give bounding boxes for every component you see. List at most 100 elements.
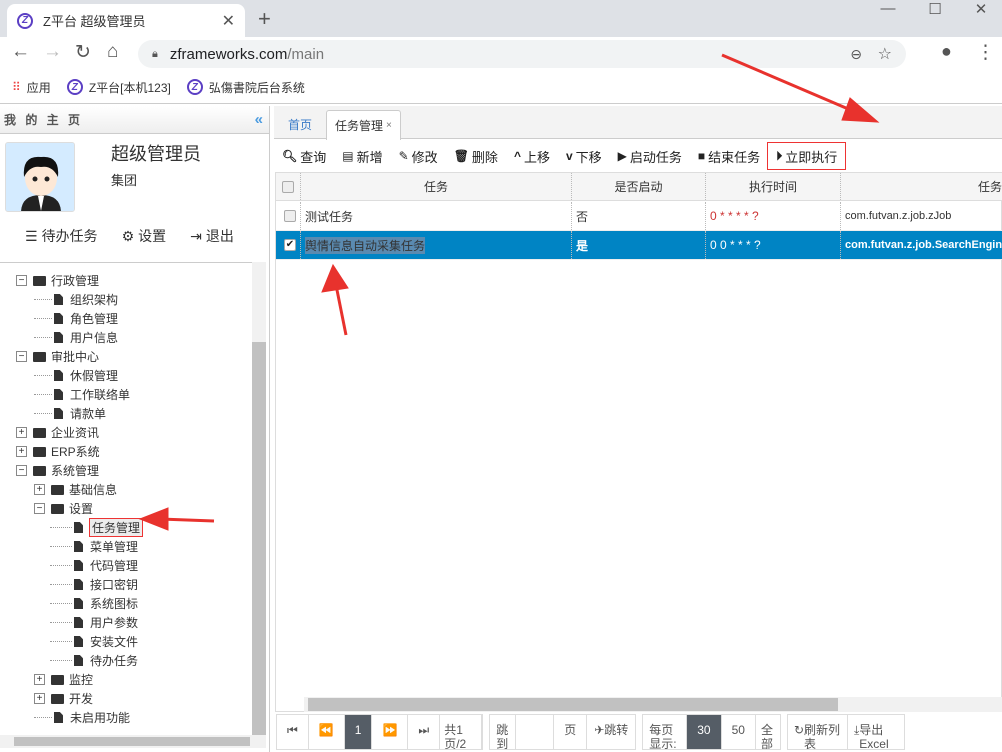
toolbar-button-0[interactable]: 🔍︎ 查询 <box>274 143 334 169</box>
next-page-button[interactable]: ⏩ <box>372 715 409 749</box>
logout-link[interactable]: ⇥ 退出 <box>190 226 234 246</box>
collapse-toggle-icon[interactable]: − <box>16 351 27 362</box>
new-tab-button[interactable]: + <box>258 6 271 32</box>
export-label: 导出Excel <box>859 723 889 749</box>
cell-enabled: 否 <box>572 202 706 230</box>
tree-item-label: 任务管理 <box>88 518 144 537</box>
expand-toggle-icon[interactable]: + <box>16 446 27 457</box>
forward-icon[interactable]: → <box>43 41 62 63</box>
table-row[interactable]: ✔ 舆情信息自动采集任务 是 0 0 * * * ? com.futvan.z.… <box>276 231 1002 260</box>
file-icon <box>54 332 63 343</box>
tree-item[interactable]: 菜单管理 <box>50 537 138 556</box>
url-input[interactable]: 🔒︎ zframeworks.com/main ☆ ⊖ <box>138 40 906 68</box>
close-window-button[interactable]: ✕ <box>958 0 1002 24</box>
page-size-30[interactable]: 30 <box>687 715 722 749</box>
last-page-button[interactable]: ⏭ <box>408 715 441 749</box>
collapse-toggle-icon[interactable]: − <box>34 503 45 514</box>
toolbar-button-8[interactable]: ⏵ 立即执行 <box>767 142 847 170</box>
tree-item-label: 代码管理 <box>90 559 139 573</box>
toolbar-button-1[interactable]: ▤ 新增 <box>334 143 390 169</box>
expand-toggle-icon[interactable]: + <box>34 674 45 685</box>
file-icon <box>74 598 83 609</box>
col-header-time[interactable]: 执行时间 <box>706 173 841 200</box>
row-checkbox[interactable] <box>276 202 301 230</box>
toolbar-button-2[interactable]: ✎ 修改 <box>391 143 446 169</box>
tree-item[interactable]: 请款单 <box>34 404 106 423</box>
tab-home[interactable]: 首页 <box>280 110 320 139</box>
tree-item[interactable]: 待办任务 <box>50 651 138 670</box>
tree-item[interactable]: 用户信息 <box>34 328 118 347</box>
tree-item[interactable]: 代码管理 <box>50 556 138 575</box>
tree-scroll-thumb[interactable] <box>252 342 266 737</box>
tree-item[interactable]: + ERP系统 <box>16 442 100 461</box>
toolbar-button-7[interactable]: ■ 结束任务 <box>690 143 768 169</box>
col-header-task[interactable]: 任务 <box>301 173 572 200</box>
cell-cron: 0 0 * * * ? <box>706 231 841 259</box>
col-header-class[interactable]: 任务 <box>841 173 1002 200</box>
account-icon[interactable]: ● <box>941 41 952 62</box>
tree-item[interactable]: 系统图标 <box>50 594 138 613</box>
tree-item[interactable]: + 企业资讯 <box>16 423 99 442</box>
toolbar-button-5[interactable]: v 下移 <box>558 143 610 169</box>
toolbar-button-3[interactable]: 🗑︎ 删除 <box>446 143 506 169</box>
col-header-enabled[interactable]: 是否启动 <box>572 173 706 200</box>
row-checkbox[interactable]: ✔ <box>276 231 301 259</box>
toolbar-button-6[interactable]: ▶ 启动任务 <box>610 143 690 169</box>
collapse-icon[interactable]: « <box>255 111 263 128</box>
minimize-button[interactable]: — <box>865 0 911 24</box>
page-size-50[interactable]: 50 <box>722 715 756 749</box>
toolbar-button-4[interactable]: ^ 上移 <box>506 143 558 169</box>
tree-item[interactable]: 休假管理 <box>34 366 118 385</box>
bookmark-academy[interactable]: Z 弘傷書院后台系统 <box>186 79 305 96</box>
page-size-all[interactable]: 全部 <box>756 715 780 749</box>
maximize-button[interactable]: ☐ <box>912 0 958 24</box>
tree-item[interactable]: + 开发 <box>34 689 93 708</box>
grid-h-scroll-thumb[interactable] <box>308 698 838 711</box>
tree-item[interactable]: + 基础信息 <box>34 480 117 499</box>
first-page-button[interactable]: ⏮ <box>277 715 309 749</box>
tree-item[interactable]: − 设置 <box>34 499 93 518</box>
jump-button[interactable]: ✈ 跳转 <box>587 715 635 749</box>
tree-item[interactable]: 组织架构 <box>34 290 118 309</box>
menu-icon[interactable]: ⋮ <box>976 41 995 64</box>
tab-task-management[interactable]: 任务管理 × <box>326 110 401 140</box>
bookmark-apps[interactable]: ⠿ 应用 <box>12 79 51 96</box>
tree-item[interactable]: 角色管理 <box>34 309 118 328</box>
toolbar-label: 上移 <box>523 149 550 165</box>
bookmark-z[interactable]: Z Z平台[本机123] <box>66 79 171 96</box>
settings-link[interactable]: ⚙ 设置 <box>122 226 167 246</box>
browser-tab[interactable]: Z Z平台 超级管理员 ✕ <box>7 4 245 37</box>
close-tab-icon[interactable]: ✕ <box>222 11 235 31</box>
jump-page-input[interactable] <box>516 715 555 749</box>
tree-item[interactable]: 任务管理 <box>50 518 144 537</box>
close-tab-icon[interactable]: × <box>386 120 392 131</box>
todo-link[interactable]: ☰ 待办任务 <box>25 226 98 246</box>
tree-item[interactable]: + 监控 <box>34 670 93 689</box>
prev-page-button[interactable]: ⏪ <box>309 715 345 749</box>
tree-item[interactable]: 工作联络单 <box>34 385 130 404</box>
tree-item[interactable]: 接口密钥 <box>50 575 138 594</box>
tree-item[interactable]: 用户参数 <box>50 613 138 632</box>
reload-icon[interactable]: ↻ <box>75 41 91 64</box>
star-icon[interactable]: ☆ <box>878 44 892 64</box>
select-all-checkbox[interactable] <box>276 173 301 200</box>
tree-item[interactable]: 未启用功能 <box>34 708 130 727</box>
refresh-button[interactable]: ↻ 刷新列表 <box>788 715 848 749</box>
tree-item[interactable]: 安装文件 <box>50 632 138 651</box>
tree-h-scroll-thumb[interactable] <box>14 737 250 746</box>
back-icon[interactable]: ← <box>11 41 30 63</box>
zoom-icon[interactable]: ⊖ <box>850 46 862 63</box>
tree-item[interactable]: − 行政管理 <box>16 271 99 290</box>
expand-toggle-icon[interactable]: + <box>34 693 45 704</box>
table-row[interactable]: 测试任务 否 0 * * * * ? com.futvan.z.job.zJob <box>276 202 1002 231</box>
home-icon[interactable]: ⌂ <box>107 41 118 63</box>
expand-toggle-icon[interactable]: + <box>16 427 27 438</box>
collapse-toggle-icon[interactable]: − <box>16 465 27 476</box>
expand-toggle-icon[interactable]: + <box>34 484 45 495</box>
export-button[interactable]: ⤓ 导出Excel <box>848 715 904 749</box>
collapse-toggle-icon[interactable]: − <box>16 275 27 286</box>
tree-item[interactable]: − 系统管理 <box>16 461 99 480</box>
tree-item[interactable]: − 审批中心 <box>16 347 99 366</box>
folder-icon <box>51 503 64 514</box>
page-1-button[interactable]: 1 <box>344 715 373 749</box>
